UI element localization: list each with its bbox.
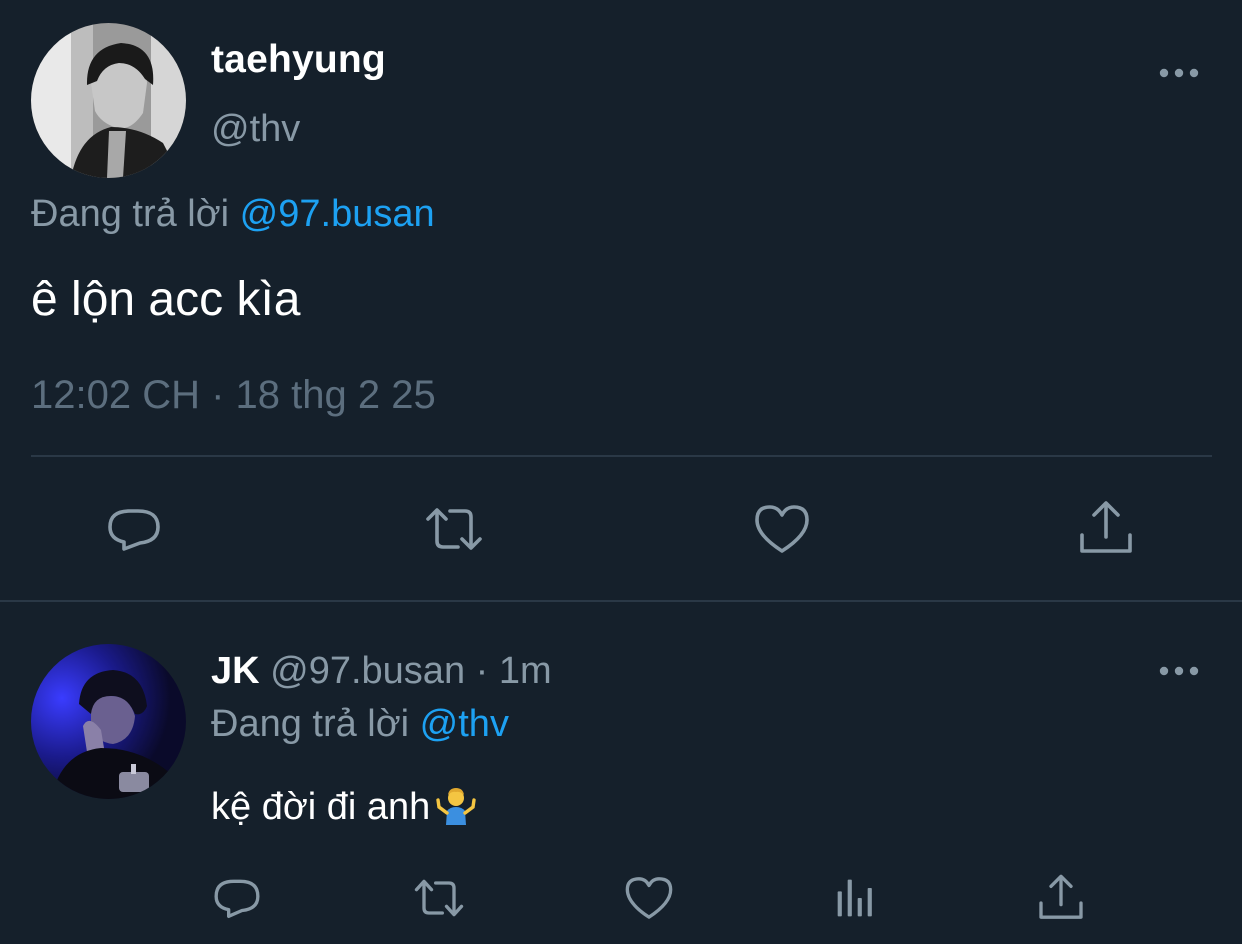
avatar[interactable]	[31, 23, 186, 178]
author-handle[interactable]: @97.busan	[270, 650, 465, 692]
replying-prefix: Đang trả lời	[31, 193, 230, 235]
reply-icon[interactable]	[104, 499, 164, 559]
replying-to: Đang trả lời @97.busan	[31, 193, 435, 236]
replying-to: Đang trả lời @thv	[211, 703, 509, 746]
like-icon[interactable]	[624, 873, 674, 923]
author-name[interactable]: JK	[211, 650, 260, 692]
retweet-icon[interactable]	[414, 873, 464, 923]
tweet-thread: taehyung @thv Đang trả lời @97.busan ê l…	[0, 0, 1242, 944]
stats-icon[interactable]	[831, 873, 881, 923]
tweet-time[interactable]: 1m	[499, 650, 552, 692]
tweet-text: kệ đời đi anh	[211, 786, 431, 828]
retweet-icon[interactable]	[424, 499, 484, 559]
more-horizontal-icon[interactable]	[1159, 66, 1199, 80]
divider	[31, 455, 1212, 457]
reply-icon[interactable]	[212, 873, 262, 923]
like-icon[interactable]	[752, 499, 812, 559]
person-shrugging-emoji	[436, 785, 476, 825]
thread-divider	[0, 600, 1242, 602]
mention-link[interactable]: @97.busan	[240, 193, 435, 235]
avatar[interactable]	[31, 644, 186, 799]
share-icon[interactable]	[1036, 873, 1086, 923]
replying-prefix: Đang trả lời	[211, 703, 410, 745]
tweet-timestamp[interactable]: 12:02 CH · 18 thg 2 25	[31, 373, 436, 418]
separator: ·	[475, 650, 489, 692]
author-handle[interactable]: @thv	[211, 108, 300, 151]
author-name[interactable]: taehyung	[211, 38, 386, 82]
mention-link[interactable]: @thv	[420, 703, 509, 745]
more-horizontal-icon[interactable]	[1159, 664, 1199, 678]
tweet-text: ê lộn acc kìa	[31, 273, 301, 326]
share-icon[interactable]	[1076, 499, 1136, 559]
tweet-text-row: kệ đời đi anh	[211, 785, 476, 829]
reply-header: JK @97.busan · 1m	[211, 650, 552, 693]
